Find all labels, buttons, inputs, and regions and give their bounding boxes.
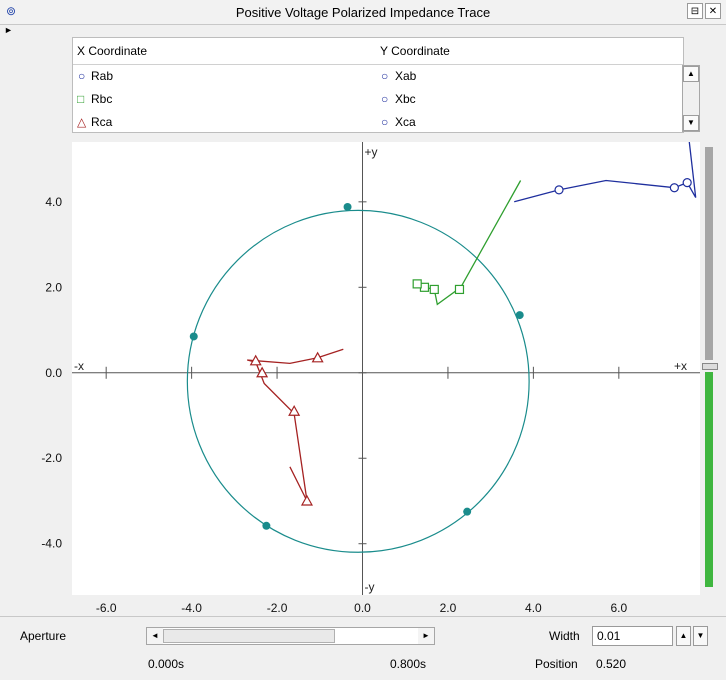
neg-x-label: -x (74, 359, 84, 373)
legend-y-label: Xab (395, 69, 417, 83)
y-tick-label: -2.0 (41, 451, 62, 465)
slider-thumb[interactable] (163, 629, 335, 643)
time-end: 0.800s (390, 657, 427, 671)
x-tick-label-strip: -6.0 -4.0 -2.0 0.0 2.0 4.0 6.0 (96, 601, 628, 615)
scroll-down-icon[interactable]: ▼ (683, 115, 699, 131)
square-icon: □ (77, 92, 85, 106)
series-square-marker (412, 279, 422, 289)
expand-arrow-icon[interactable]: ► (4, 25, 13, 35)
spin-down-icon[interactable]: ▼ (693, 626, 708, 646)
legend-y-label: Xbc (395, 92, 416, 106)
reference-circle (186, 209, 530, 553)
x-tick-label: 4.0 (525, 601, 542, 615)
series-triangle-marker (300, 494, 313, 506)
series-circle-marker (682, 177, 692, 188)
neg-y-label: -y (365, 580, 375, 594)
impedance-chart: +x -x +y -y (72, 141, 700, 595)
x-tick-label: -6.0 (96, 601, 117, 615)
series-circle-marker (554, 185, 564, 195)
legend-table: X Coordinate Y Coordinate ○ Rab ○ Xab □ … (72, 37, 684, 133)
legend-header: X Coordinate Y Coordinate (73, 38, 683, 65)
circle-marker (262, 521, 271, 530)
triangle-icon: △ (77, 115, 87, 129)
title-bar: ⊚ Positive Voltage Polarized Impedance T… (0, 0, 726, 25)
x-tick-label: 0.0 (354, 601, 371, 615)
impedance-plot: +x -x +y -y (72, 141, 700, 595)
scroll-up-icon[interactable]: ▲ (683, 66, 699, 82)
position-value: 0.520 (596, 657, 627, 671)
y-coordinate-header: Y Coordinate (380, 44, 450, 58)
x-coordinate-header: X Coordinate (77, 44, 148, 58)
bottom-controls: Aperture ◄ ► 0.000s 0.800s Width ▲ ▼ Pos… (0, 616, 726, 680)
series-square-marker (429, 284, 439, 295)
lower-level-bar (705, 372, 713, 587)
minimize-button[interactable]: ⊟ (687, 3, 703, 19)
y-tick-label-strip: 4.0 2.0 0.0 -2.0 -4.0 (41, 195, 62, 551)
circle-icon: ○ (381, 115, 389, 129)
series-square-marker (454, 284, 465, 295)
circle-marker (343, 202, 352, 211)
legend-row-ca[interactable]: △ Rca ○ Xca (73, 111, 683, 134)
aperture-label: Aperture (20, 629, 67, 643)
circle-marker (463, 507, 472, 516)
circle-icon: ○ (381, 92, 389, 106)
legend-y-label: Xca (395, 115, 416, 129)
pos-y-label: +y (365, 145, 378, 159)
x-tick-label: -4.0 (181, 601, 202, 615)
circle-icon: ○ (381, 69, 389, 83)
time-start: 0.000s (148, 657, 185, 671)
y-tick-label: -4.0 (41, 537, 62, 551)
legend-x-label: Rca (91, 115, 113, 129)
aperture-slider[interactable]: ◄ ► (146, 627, 435, 645)
width-label: Width (549, 629, 580, 643)
series-circle-marker (669, 183, 679, 193)
width-input[interactable] (592, 626, 673, 646)
circle-marker (515, 311, 524, 320)
window-title: Positive Voltage Polarized Impedance Tra… (235, 5, 491, 20)
position-label: Position (535, 657, 578, 671)
series-line-circle (514, 141, 697, 203)
spin-up-icon[interactable]: ▲ (676, 626, 691, 646)
legend-x-label: Rab (91, 69, 114, 83)
y-tick-label: 0.0 (45, 366, 62, 380)
legend-row-ab[interactable]: ○ Rab ○ Xab (73, 65, 683, 88)
upper-level-bar (705, 147, 713, 360)
y-tick-label: 2.0 (45, 280, 62, 294)
pos-x-label: +x (674, 359, 687, 373)
y-tick-label: 4.0 (45, 195, 62, 209)
slider-right-arrow-icon[interactable]: ► (418, 628, 434, 644)
x-tick-label: 2.0 (440, 601, 457, 615)
series-triangle-marker (311, 351, 324, 363)
legend-x-label: Rbc (91, 92, 113, 106)
circle-marker (189, 332, 198, 341)
slider-left-arrow-icon[interactable]: ◄ (147, 628, 163, 644)
legend-scrollbar[interactable]: ▲ ▼ (682, 65, 700, 132)
circle-icon: ○ (78, 69, 86, 83)
level-slider-handle[interactable] (702, 363, 718, 370)
legend-row-bc[interactable]: □ Rbc ○ Xbc (73, 88, 683, 111)
x-tick-label: 6.0 (610, 601, 627, 615)
close-button[interactable]: ✕ (705, 3, 721, 19)
x-tick-label: -2.0 (267, 601, 288, 615)
